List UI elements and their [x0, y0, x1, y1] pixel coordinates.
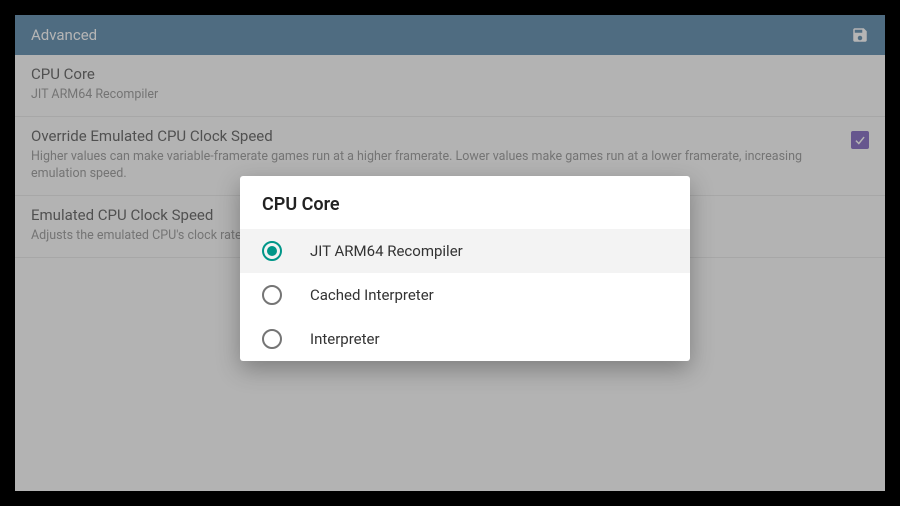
app-screen: Advanced CPU Core JIT ARM64 Recompiler O… — [15, 15, 885, 491]
radio-unchecked-icon — [262, 285, 282, 305]
radio-unchecked-icon — [262, 329, 282, 349]
option-interpreter[interactable]: Interpreter — [240, 317, 690, 361]
option-label: Cached Interpreter — [310, 286, 434, 304]
option-label: JIT ARM64 Recompiler — [310, 242, 463, 260]
option-label: Interpreter — [310, 330, 380, 348]
dialog-cpu-core: CPU Core JIT ARM64 Recompiler Cached Int… — [240, 176, 690, 361]
radio-checked-icon — [262, 241, 282, 261]
dialog-title: CPU Core — [240, 176, 690, 229]
option-cached-interpreter[interactable]: Cached Interpreter — [240, 273, 690, 317]
option-jit-arm64-recompiler[interactable]: JIT ARM64 Recompiler — [240, 229, 690, 273]
